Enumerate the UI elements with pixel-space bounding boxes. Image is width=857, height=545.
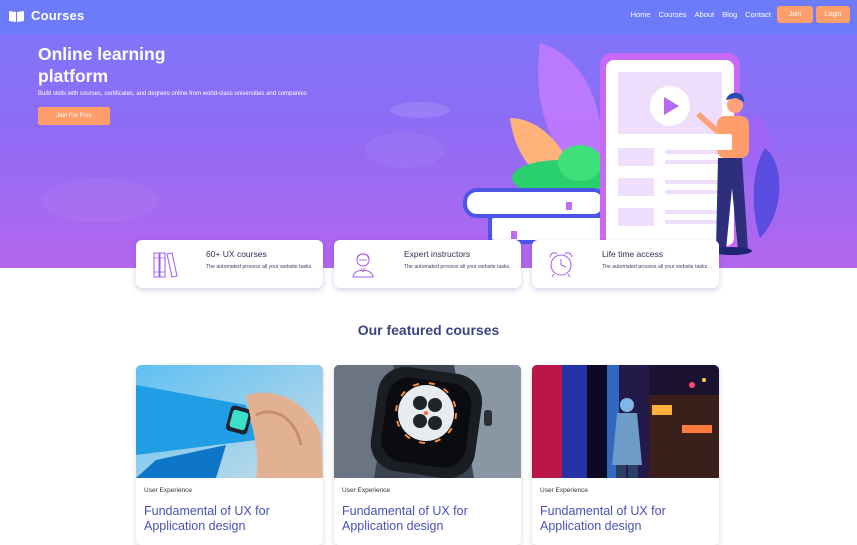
nav-link-blog[interactable]: Blog [722,10,737,19]
course-title[interactable]: Fundamental of UX for Application design [144,504,314,534]
brand-logo[interactable]: Courses [8,8,84,23]
feature-title: Expert instructors [404,249,471,259]
hero-title: Online learning platform [38,44,166,86]
neon-city-person-photo [532,365,719,478]
alarm-clock-icon [549,252,573,278]
course-card[interactable]: User Experience Fundamental of UX for Ap… [532,365,719,545]
open-book-icon [9,10,24,22]
course-card[interactable]: User Experience Fundamental of UX for Ap… [334,365,521,545]
login-button[interactable]: Login [816,6,850,23]
nav-link-about[interactable]: About [695,10,715,19]
course-category: User Experience [342,487,391,494]
feature-description: The automated process all your website t… [602,264,709,270]
feature-title: 60+ UX courses [206,249,267,259]
smartwatch-wrist-photo [136,365,323,478]
nav-link-courses[interactable]: Courses [659,10,687,19]
nav-link-home[interactable]: Home [631,10,651,19]
join-free-button[interactable]: Join For Free [38,107,110,125]
feature-description: The automated process all your website t… [206,264,313,270]
feature-card: 60+ UX courses The automated process all… [136,240,323,288]
brand-name: Courses [31,8,85,23]
navbar: Courses Home Courses About Blog Contact … [0,0,857,34]
feature-description: The automated process all your website t… [404,264,511,270]
course-title[interactable]: Fundamental of UX for Application design [342,504,512,534]
books-icon [153,252,178,278]
feature-card: Life time access The automated process a… [532,240,719,288]
feature-title: Life time access [602,249,663,259]
course-category: User Experience [144,487,193,494]
nav-links: Home Courses About Blog Contact [623,10,771,19]
hero-subtitle: Build skills with courses, certificates,… [38,91,307,97]
course-title[interactable]: Fundamental of UX for Application design [540,504,710,534]
join-button[interactable]: Join [777,6,813,23]
learning-illustration [463,43,780,255]
nav-link-contact[interactable]: Contact [745,10,771,19]
instructor-icon [352,253,374,278]
featured-courses-heading: Our featured courses [357,322,500,338]
smartwatch-closeup-photo [334,365,521,478]
course-category: User Experience [540,487,589,494]
feature-card: Expert instructors The automated process… [334,240,521,288]
course-card[interactable]: User Experience Fundamental of UX for Ap… [136,365,323,545]
hero-section: Courses Home Courses About Blog Contact … [0,0,857,268]
